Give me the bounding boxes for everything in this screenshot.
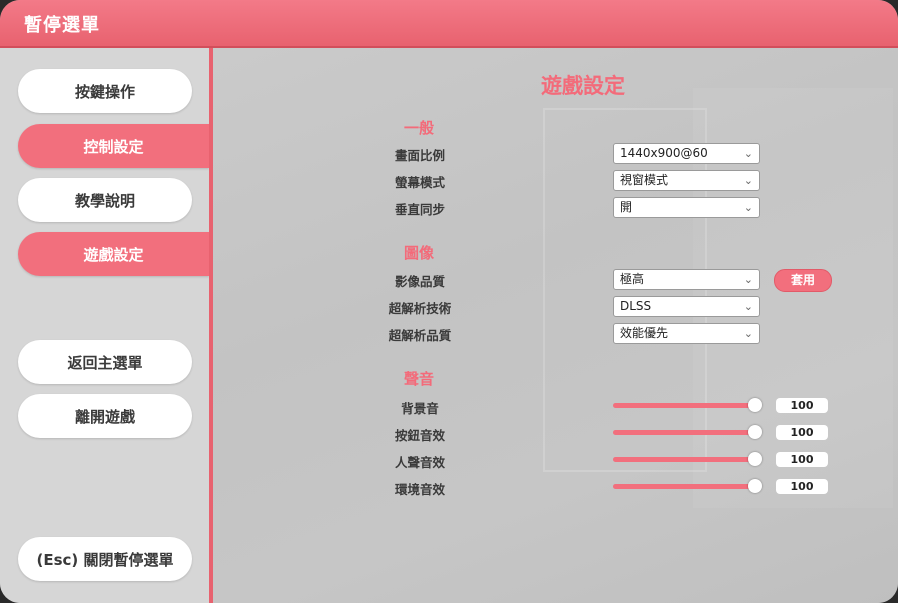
title-bar: 暫停選單 (0, 0, 898, 48)
setting-label-bgm: 背景音 (401, 401, 439, 416)
image-quality-select[interactable]: 極高 ⌄ (613, 269, 760, 290)
chevron-down-icon: ⌄ (743, 273, 753, 286)
upscaling-quality-value: 效能優先 (620, 326, 669, 340)
section-header-graphics: 圖像 (404, 244, 435, 262)
setting-label-aspect-ratio: 畫面比例 (394, 148, 445, 163)
section-header-general: 一般 (404, 119, 435, 137)
bgm-slider[interactable] (613, 398, 762, 412)
close-pause-menu-button[interactable]: (Esc) 關閉暫停選單 (18, 537, 192, 581)
screen-mode-select[interactable]: 視窗模式 ⌄ (613, 170, 760, 191)
page-title: 遊戲設定 (541, 74, 625, 98)
pause-menu-window: 暫停選單 按鍵操作 控制設定 教學說明 遊戲設定 返回主選單 離開遊戲 (Esc… (0, 0, 898, 603)
exit-game-button[interactable]: 離開遊戲 (18, 394, 192, 438)
setting-label-voice-sfx: 人聲音效 (394, 455, 445, 470)
button-sfx-slider-fill (613, 430, 755, 435)
setting-label-screen-mode: 螢幕模式 (394, 175, 445, 190)
vsync-value: 開 (620, 200, 633, 214)
settings-panel: 遊戲設定 一般 畫面比例 1440x900@60 ⌄ 螢幕模式 視窗模式 ⌄ 垂… (213, 48, 898, 603)
bgm-volume-value[interactable]: 100 (776, 398, 828, 413)
upscaling-tech-select[interactable]: DLSS ⌄ (613, 296, 760, 317)
voice-sfx-slider[interactable] (613, 452, 762, 466)
section-header-audio: 聲音 (404, 370, 435, 388)
window-title: 暫停選單 (24, 15, 100, 36)
upscaling-quality-select[interactable]: 效能優先 ⌄ (613, 323, 760, 344)
chevron-down-icon: ⌄ (743, 147, 753, 160)
setting-label-upscaling-tech: 超解析技術 (388, 301, 452, 316)
button-sfx-slider[interactable] (613, 425, 762, 439)
upscaling-tech-value: DLSS (620, 299, 652, 313)
voice-sfx-slider-handle[interactable] (748, 452, 762, 466)
image-quality-value: 極高 (620, 272, 645, 286)
voice-sfx-slider-fill (613, 457, 755, 462)
bgm-slider-fill (613, 403, 755, 408)
button-sfx-slider-handle[interactable] (748, 425, 762, 439)
setting-label-ambient-sfx: 環境音效 (394, 482, 445, 497)
sidebar-item-tutorial[interactable]: 教學說明 (18, 178, 192, 222)
chevron-down-icon: ⌄ (743, 201, 753, 214)
ambient-sfx-volume-value[interactable]: 100 (776, 479, 828, 494)
ambient-sfx-slider-fill (613, 484, 755, 489)
button-sfx-volume-value[interactable]: 100 (776, 425, 828, 440)
chevron-down-icon: ⌄ (743, 300, 753, 313)
sidebar-item-game-settings[interactable]: 遊戲設定 (18, 232, 209, 276)
sidebar-item-control-settings[interactable]: 控制設定 (18, 124, 209, 168)
ambient-sfx-slider[interactable] (613, 479, 762, 493)
setting-label-upscaling-quality: 超解析品質 (388, 328, 452, 343)
sidebar-item-key-controls[interactable]: 按鍵操作 (18, 69, 192, 113)
screen-mode-value: 視窗模式 (620, 173, 669, 187)
aspect-ratio-value: 1440x900@60 (620, 146, 708, 160)
bgm-slider-handle[interactable] (748, 398, 762, 412)
return-main-menu-button[interactable]: 返回主選單 (18, 340, 192, 384)
sidebar: 按鍵操作 控制設定 教學說明 遊戲設定 返回主選單 離開遊戲 (Esc) 關閉暫… (0, 48, 209, 603)
setting-label-vsync: 垂直同步 (394, 202, 445, 217)
setting-label-button-sfx: 按鈕音效 (394, 428, 445, 443)
chevron-down-icon: ⌄ (743, 174, 753, 187)
ambient-sfx-slider-handle[interactable] (748, 479, 762, 493)
aspect-ratio-select[interactable]: 1440x900@60 ⌄ (613, 143, 760, 164)
apply-button[interactable]: 套用 (774, 269, 832, 292)
chevron-down-icon: ⌄ (743, 327, 753, 340)
setting-label-image-quality: 影像品質 (394, 274, 445, 289)
voice-sfx-volume-value[interactable]: 100 (776, 452, 828, 467)
vsync-select[interactable]: 開 ⌄ (613, 197, 760, 218)
